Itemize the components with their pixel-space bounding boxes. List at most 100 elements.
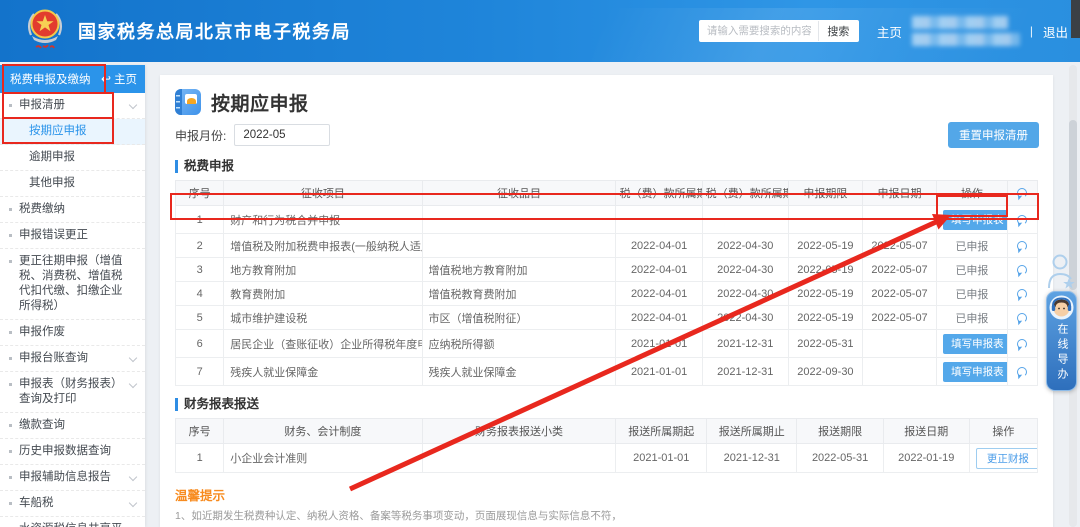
col-header: 报送日期: [883, 419, 969, 444]
table-header-row: 序号 财务、会计制度 财务报表报送小类 报送所属期起 报送所属期止 报送期限 报…: [176, 419, 1038, 444]
finance-section-title: 财务报表报送: [175, 398, 1038, 411]
logout-link[interactable]: 退出: [1043, 22, 1068, 41]
tips-title: 温馨提示: [175, 485, 1038, 504]
sidebar-item-payment-query[interactable]: 缴款查询: [0, 413, 145, 439]
sidebar-item-auxiliary-info-report[interactable]: 申报辅助信息报告: [0, 465, 145, 491]
sidebar-item-overdue-declaration[interactable]: 逾期申报: [0, 145, 145, 171]
tax-declaration-table: 序号 征收项目 征收品目 税（费）款所属期起 税（费）款所属期止 申报期限 申报…: [175, 180, 1038, 386]
status-declared: 已申报: [955, 265, 988, 277]
col-header: 征收项目: [224, 181, 422, 206]
table-row: 4 教育费附加 增值税教育费附加 2022-04-01 2022-04-30 2…: [176, 282, 1038, 306]
national-emblem-logo: [24, 5, 66, 58]
back-arrow-icon: ↩: [101, 73, 111, 85]
col-header: 申报期限: [788, 181, 862, 206]
col-header: 序号: [176, 419, 224, 444]
sidebar-item-label: 申报作废: [19, 326, 65, 338]
reset-declaration-list-button[interactable]: 重置申报清册: [948, 122, 1039, 148]
sidebar-item-label: 税费缴纳: [19, 203, 65, 215]
top-header: 国家税务总局北京市电子税务局 搜索 主页 | 退出: [0, 0, 1080, 62]
sidebar-item-label: 更正往期申报（增值税、消费税、增值税代扣代缴、扣缴企业所得税）: [19, 255, 123, 312]
home-link[interactable]: 主页: [877, 22, 902, 41]
table-header-row: 序号 征收项目 征收品目 税（费）款所属期起 税（费）款所属期止 申报期限 申报…: [176, 181, 1038, 206]
sidebar-item-correct-past-declaration[interactable]: 更正往期申报（增值税、消费税、增值税代扣代缴、扣缴企业所得税）: [0, 249, 145, 320]
col-header: 序号: [176, 181, 224, 206]
sidebar-item-declaration-list[interactable]: 申报清册: [0, 93, 145, 119]
user-org-blur: [912, 33, 1020, 46]
col-header: 财务、会计制度: [224, 419, 422, 444]
fill-declaration-form-button[interactable]: 填写申报表: [943, 362, 1007, 382]
col-header: 征收品目: [422, 181, 616, 206]
refresh-icon[interactable]: [1017, 313, 1027, 323]
col-header-refresh: [1007, 181, 1037, 206]
col-header: 税（费）款所属期止: [702, 181, 788, 206]
refresh-icon[interactable]: [1017, 188, 1027, 198]
month-filter-input[interactable]: [234, 124, 330, 146]
sidebar-item-label: 申报清册: [19, 99, 65, 111]
col-header: 操作: [969, 419, 1037, 444]
tax-section-title: 税费申报: [175, 160, 1038, 173]
refresh-icon[interactable]: [1017, 265, 1027, 275]
sidebar-item-label: 其他申报: [29, 177, 75, 189]
search-input[interactable]: [700, 21, 818, 41]
sidebar-item-label: 逾期申报: [29, 151, 75, 163]
table-row: 1 财产和行为税合并申报 填写申报表: [176, 206, 1038, 234]
refresh-icon[interactable]: [1017, 289, 1027, 299]
col-header: 财务报表报送小类: [422, 419, 616, 444]
col-header: 报送所属期起: [616, 419, 707, 444]
fill-declaration-form-button[interactable]: 填写申报表: [943, 210, 1007, 230]
sidebar-item-other-declaration[interactable]: 其他申报: [0, 171, 145, 197]
user-name-blur: [912, 16, 1008, 29]
window-corner-artifact: [1071, 0, 1080, 38]
chevron-down-icon: [129, 101, 137, 109]
refresh-icon[interactable]: [1017, 241, 1027, 251]
site-title: 国家税务总局北京市电子税务局: [78, 18, 351, 44]
table-row: 7 残疾人就业保障金 残疾人就业保障金 2021-01-01 2021-12-3…: [176, 358, 1038, 386]
sidebar-item-declaration-void[interactable]: 申报作废: [0, 320, 145, 346]
financial-report-table: 序号 财务、会计制度 财务报表报送小类 报送所属期起 报送所属期止 报送期限 报…: [175, 418, 1038, 473]
sidebar-item-error-correction[interactable]: 申报错误更正: [0, 223, 145, 249]
correct-financial-report-button[interactable]: 更正财报: [976, 448, 1038, 469]
col-header: 操作: [937, 181, 1008, 206]
fill-declaration-form-button[interactable]: 填写申报表: [943, 334, 1007, 354]
status-declared: 已申报: [955, 241, 988, 253]
search-button[interactable]: 搜索: [818, 21, 858, 41]
sidebar-item-label: 申报台账查询: [19, 352, 88, 364]
sidebar-item-label: 按期应申报: [29, 125, 87, 137]
sidebar-item-report-query-print[interactable]: 申报表（财务报表）查询及打印: [0, 372, 145, 413]
refresh-icon[interactable]: [1017, 367, 1027, 377]
table-row: 5 城市维护建设税 市区（增值税附征） 2022-04-01 2022-04-3…: [176, 306, 1038, 330]
sidebar-item-label: 历史申报数据查询: [19, 445, 111, 457]
col-header: 申报日期: [862, 181, 936, 206]
sidebar-header-title: 税费申报及缴纳: [10, 71, 91, 87]
table-row: 1 小企业会计准则 2021-01-01 2021-12-31 2022-05-…: [176, 444, 1038, 473]
sidebar-home-label: 主页: [114, 71, 137, 87]
sidebar-item-tax-payment[interactable]: 税费缴纳: [0, 197, 145, 223]
sidebar-home-button[interactable]: ↩ 主页: [101, 71, 137, 87]
month-filter-label: 申报月份:: [175, 127, 226, 144]
service-avatar-icon: [1049, 295, 1074, 320]
refresh-icon[interactable]: [1017, 215, 1027, 225]
sidebar-item-periodic-declaration[interactable]: 按期应申报: [0, 119, 145, 145]
chevron-down-icon: [129, 380, 137, 388]
sidebar-item-label: 水资源税信息共享平台: [19, 523, 123, 527]
sidebar: 税费申报及缴纳 ↩ 主页 申报清册 按期应申报 逾期申报 其他申报 税费缴纳 申…: [0, 65, 145, 527]
table-row: 6 居民企业（查账征收）企业所得税年度申报 应纳税所得额 2021-01-01 …: [176, 330, 1038, 358]
status-declared: 已申报: [955, 289, 988, 301]
user-favorite-icon[interactable]: [1046, 252, 1076, 292]
refresh-icon[interactable]: [1017, 339, 1027, 349]
user-info-blurred: [912, 16, 1020, 46]
sidebar-item-history-data-query[interactable]: 历史申报数据查询: [0, 439, 145, 465]
online-guide-tab[interactable]: 在线导办: [1046, 291, 1077, 391]
table-row: 2 增值税及附加税费申报表(一般纳税人适用) 2022-04-01 2022-0…: [176, 234, 1038, 258]
sidebar-header: 税费申报及缴纳 ↩ 主页: [0, 65, 145, 93]
sidebar-item-ledger-query[interactable]: 申报台账查询: [0, 346, 145, 372]
page-title-icon: [175, 89, 201, 115]
sidebar-item-label: 车船税: [19, 497, 54, 509]
col-header: 报送期限: [797, 419, 883, 444]
table-row: 3 地方教育附加 增值税地方教育附加 2022-04-01 2022-04-30…: [176, 258, 1038, 282]
sidebar-item-vehicle-vessel-tax[interactable]: 车船税: [0, 491, 145, 517]
chevron-down-icon: [129, 354, 137, 362]
sidebar-item-label: 申报表（财务报表）查询及打印: [19, 377, 119, 407]
header-divider: |: [1030, 24, 1033, 38]
sidebar-item-water-resource-platform[interactable]: 水资源税信息共享平台: [0, 517, 145, 527]
